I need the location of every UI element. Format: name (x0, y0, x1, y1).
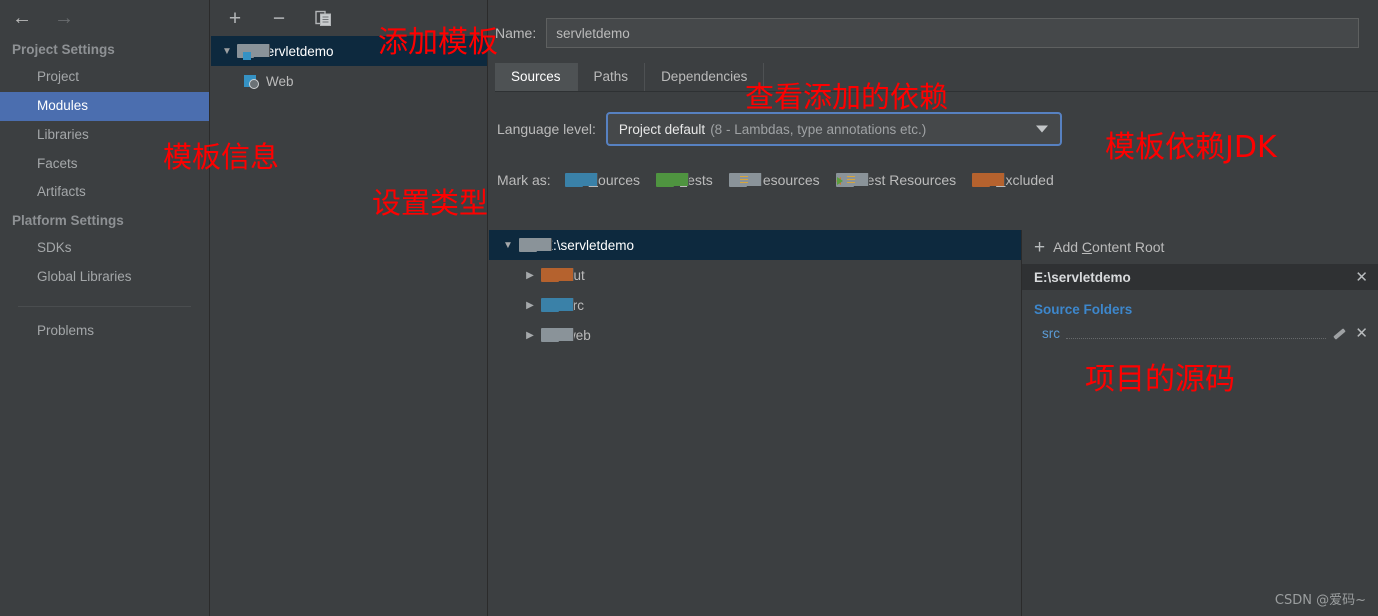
mark-as-label: Mark as: (497, 172, 551, 188)
folder-test-resources-icon (835, 172, 869, 188)
sources-split: ▼ E:\servletdemo ▶ out ▶ src ▶ web + Add… (489, 230, 1378, 616)
sidebar-item-libraries[interactable]: Libraries (0, 121, 209, 150)
folder-tests-icon (656, 172, 690, 188)
sidebar-item-artifacts[interactable]: Artifacts (0, 178, 209, 207)
source-folders-title: Source Folders (1034, 302, 1133, 317)
chevron-right-icon[interactable]: ▶ (519, 330, 541, 341)
content-roots-pane: + Add Content Root E:\servletdemo ✕ Sour… (1022, 230, 1378, 616)
module-folder-icon (237, 43, 270, 60)
mark-as-row: Mark as: Sources Tests Resources (489, 165, 1378, 195)
module-tree-row-servletdemo[interactable]: ▼ servletdemo (211, 36, 487, 66)
module-tree-row-web[interactable]: Web (211, 66, 487, 96)
sidebar-group-project-settings: Project Settings (12, 42, 115, 57)
content-tree-row-src[interactable]: ▶ src (489, 290, 1021, 320)
mark-as-test-resources-label: Test Resources (859, 172, 957, 188)
sidebar-divider (18, 305, 191, 307)
language-level-value: Project default (618, 121, 706, 137)
chevron-down-icon[interactable]: ▼ (497, 240, 519, 251)
folder-sources-icon (564, 172, 598, 188)
close-icon[interactable]: ✕ (1355, 326, 1368, 341)
content-root-header: E:\servletdemo ✕ (1022, 264, 1378, 290)
chevron-down-icon[interactable] (1035, 125, 1048, 133)
mark-as-sources-button[interactable]: Sources (564, 172, 640, 188)
tab-sources[interactable]: Sources (495, 63, 578, 91)
module-name-row: Name: (489, 12, 1378, 54)
tab-dependencies[interactable]: Dependencies (645, 63, 765, 91)
sidebar-nav-arrows: ← → (0, 0, 209, 36)
mark-as-tests-button[interactable]: Tests (656, 172, 713, 188)
source-folder-path: src (1042, 325, 1060, 341)
content-root-tree: ▼ E:\servletdemo ▶ out ▶ src ▶ web (489, 230, 1022, 616)
sidebar-item-project[interactable]: Project (0, 63, 209, 92)
sidebar-group-platform-settings: Platform Settings (12, 213, 124, 229)
content-tree-row-out[interactable]: ▶ out (489, 260, 1021, 290)
add-module-button[interactable]: + (223, 6, 247, 30)
mark-as-resources-label: Resources (752, 172, 820, 188)
folder-icon (519, 237, 552, 253)
web-facet-icon (243, 74, 260, 89)
module-tree-label: servletdemo (260, 43, 334, 59)
add-content-root-button[interactable]: + Add Content Root (1022, 230, 1378, 264)
arrow-right-icon[interactable]: → (54, 8, 74, 28)
folder-resources-icon (728, 172, 762, 188)
dotted-separator (1066, 327, 1327, 339)
module-name-input[interactable] (546, 18, 1359, 48)
arrow-left-icon[interactable]: ← (12, 8, 32, 28)
sidebar-item-facets[interactable]: Facets (0, 150, 209, 179)
copy-icon[interactable] (311, 6, 335, 30)
folder-icon (541, 327, 574, 343)
language-level-row: Language level: Project default (8 - Lam… (489, 109, 1378, 149)
mark-as-resources-button[interactable]: Resources (728, 172, 820, 188)
language-level-detail: (8 - Lambdas, type annotations etc.) (710, 121, 927, 137)
tab-paths[interactable]: Paths (578, 63, 646, 91)
pencil-icon[interactable] (1332, 326, 1347, 341)
source-folder-item[interactable]: src ✕ (1022, 321, 1378, 345)
watermark: CSDN @爱码~ (1274, 593, 1366, 608)
language-level-label: Language level: (497, 121, 596, 137)
mark-as-excluded-button[interactable]: Excluded (972, 172, 1054, 188)
sidebar-item-problems[interactable]: Problems (0, 317, 209, 346)
modules-tree-panel: + − ▼ servletdemo Web (211, 0, 488, 616)
project-structure-dialog: ← → Project Settings Project Modules Lib… (0, 0, 1378, 616)
chevron-down-icon[interactable]: ▼ (217, 46, 237, 57)
module-detail-pane: Name: Sources Paths Dependencies Languag… (489, 0, 1378, 616)
plus-icon: + (1034, 236, 1046, 258)
sidebar-item-global-libraries[interactable]: Global Libraries (0, 263, 209, 292)
mark-as-test-resources-button[interactable]: Test Resources (835, 172, 957, 188)
add-content-root-label: Add Content Root (1053, 239, 1165, 255)
content-tree-row-web[interactable]: ▶ web (489, 320, 1021, 350)
folder-sources-icon (541, 297, 574, 313)
facet-tree-label: Web (266, 73, 294, 89)
modules-toolbar: + − (211, 0, 487, 36)
sidebar-item-modules[interactable]: Modules (0, 91, 209, 121)
close-icon[interactable]: ✕ (1355, 270, 1368, 285)
content-tree-label: E:\servletdemo (544, 237, 635, 253)
sidebar-item-sdks[interactable]: SDKs (0, 234, 209, 263)
folder-excluded-icon (541, 267, 574, 283)
module-tabs: Sources Paths Dependencies (495, 62, 1378, 92)
module-name-label: Name: (495, 25, 537, 41)
chevron-right-icon[interactable]: ▶ (519, 300, 541, 311)
language-level-combobox[interactable]: Project default (8 - Lambdas, type annot… (605, 112, 1062, 146)
content-tree-row-root[interactable]: ▼ E:\servletdemo (489, 230, 1021, 260)
chevron-right-icon[interactable]: ▶ (519, 270, 541, 281)
settings-sidebar: ← → Project Settings Project Modules Lib… (0, 0, 210, 616)
content-root-path: E:\servletdemo (1034, 269, 1131, 285)
remove-module-button[interactable]: − (267, 6, 291, 30)
folder-excluded-icon (972, 172, 1006, 188)
